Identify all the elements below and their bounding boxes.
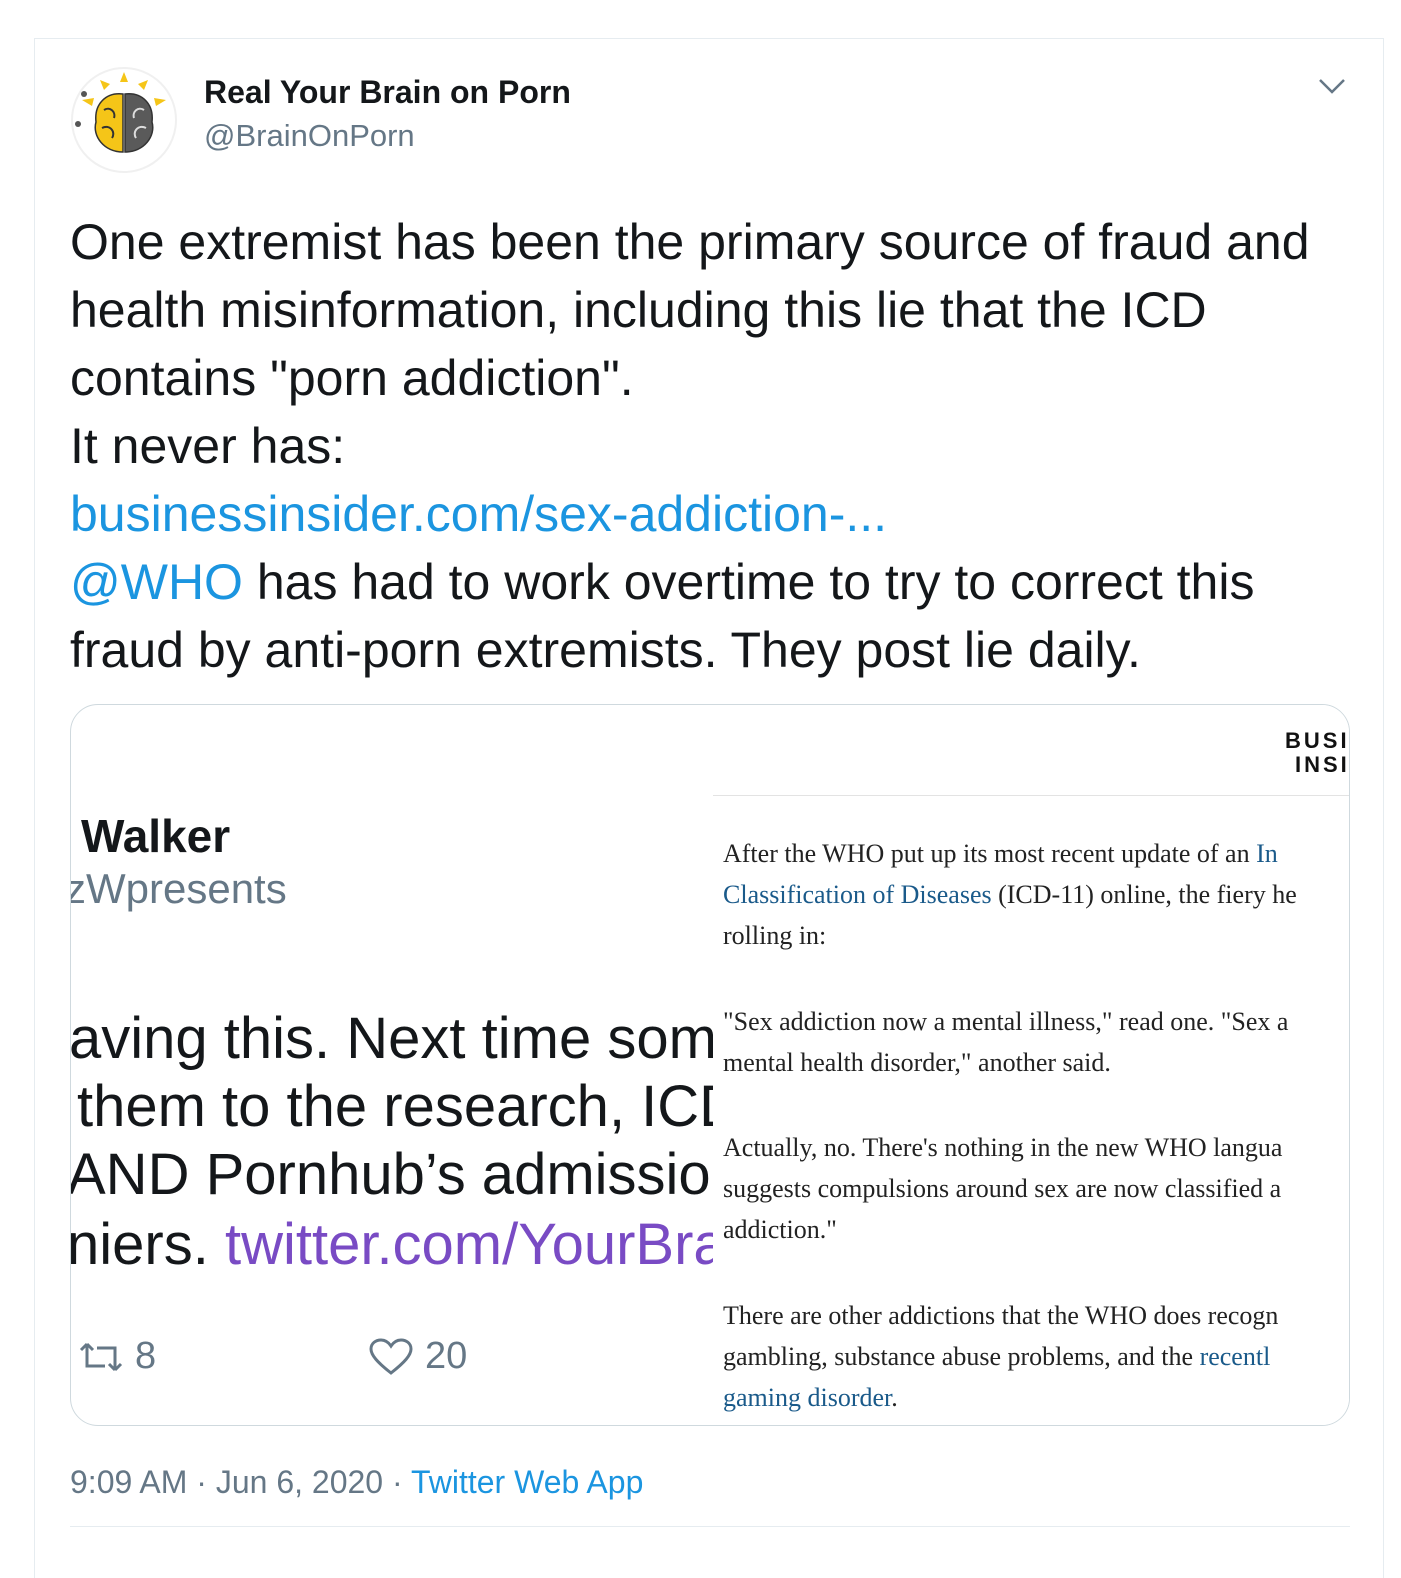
divider xyxy=(70,1526,1350,1527)
article-paragraph: After the WHO put up its most recent upd… xyxy=(723,833,1349,956)
article-paragraph: Actually, no. There's nothing in the new… xyxy=(723,1127,1349,1250)
chevron-down-icon[interactable] xyxy=(1318,76,1346,96)
article-link: gaming disorder xyxy=(723,1383,892,1412)
article-link: Classification of Diseases xyxy=(723,880,992,909)
tweet-date[interactable]: Jun 6, 2020 xyxy=(216,1464,383,1500)
avatar[interactable] xyxy=(70,66,178,174)
embedded-text-line: niers. twitter.com/YourBra xyxy=(71,1211,713,1278)
tweet-line: One extremist has been the primary sourc… xyxy=(70,214,1310,270)
tweet-url-link[interactable]: businessinsider.com/sex-addiction-... xyxy=(70,486,887,542)
article-text: suggests compulsions around sex are now … xyxy=(723,1174,1282,1203)
brain-logo-icon xyxy=(71,67,177,173)
retweet-icon xyxy=(79,1342,123,1371)
separator: · xyxy=(383,1464,411,1500)
article-text: Actually, no. There's nothing in the new… xyxy=(723,1133,1283,1162)
who-mention-link[interactable]: @WHO xyxy=(70,554,243,610)
tweet-time[interactable]: 9:09 AM xyxy=(70,1464,187,1500)
article-text: After the WHO put up its most recent upd… xyxy=(723,839,1257,868)
tweet-line: contains "porn addiction". xyxy=(70,350,634,406)
business-insider-logo: BUSI INSI xyxy=(1285,728,1350,777)
article-link: In xyxy=(1256,839,1278,868)
tweet-text: One extremist has been the primary sourc… xyxy=(70,208,1370,684)
heart-icon xyxy=(369,1337,413,1375)
embedded-like: 20 xyxy=(369,1335,467,1378)
article-text: (ICD-11) online, the fiery he xyxy=(991,880,1297,909)
retweet-count: 8 xyxy=(135,1335,157,1377)
like-count: 20 xyxy=(425,1335,468,1377)
tweet-source-link[interactable]: Twitter Web App xyxy=(411,1464,643,1500)
article-text: There are other addictions that the WHO … xyxy=(723,1301,1279,1330)
embedded-text-line: them to the research, ICD xyxy=(77,1074,713,1139)
embedded-text-line: aving this. Next time som xyxy=(71,1006,713,1071)
embedded-text-line: AND Pornhub’s admission xyxy=(71,1142,713,1207)
separator: · xyxy=(187,1464,216,1500)
embedded-author-name: Walker xyxy=(81,810,231,862)
article-text: . xyxy=(891,1383,898,1412)
embedded-retweet: 8 xyxy=(79,1335,156,1378)
tweet-line: health misinformation, including this li… xyxy=(70,282,1207,338)
article-text: gambling, substance abuse problems, and … xyxy=(723,1342,1200,1371)
tweet-line: fraud by anti-porn extremists. They post… xyxy=(70,622,1141,678)
article-screenshot: BUSI INSI After the WHO put up its most … xyxy=(713,705,1350,1425)
embedded-tweet-screenshot: Walker zWpresents aving this. Next time … xyxy=(71,705,713,1425)
author-handle[interactable]: @BrainOnPorn xyxy=(204,118,415,154)
article-text: addiction." xyxy=(723,1215,837,1244)
embedded-author-handle: zWpresents xyxy=(71,865,287,912)
author-display-name[interactable]: Real Your Brain on Porn xyxy=(204,74,571,111)
article-paragraph: "Sex addiction now a mental illness," re… xyxy=(723,1001,1349,1083)
tweet-line: It never has: xyxy=(70,418,346,474)
divider xyxy=(713,795,1349,796)
logo-line: BUSI xyxy=(1285,728,1350,753)
article-text: rolling in: xyxy=(723,921,827,950)
tweet-timestamp: 9:09 AM · Jun 6, 2020 · Twitter Web App xyxy=(70,1464,643,1501)
media-image[interactable]: Walker zWpresents aving this. Next time … xyxy=(70,704,1350,1426)
article-link: recentl xyxy=(1199,1342,1271,1371)
article-text: mental health disorder," another said. xyxy=(723,1048,1111,1077)
article-text: "Sex addiction now a mental illness," re… xyxy=(723,1007,1289,1036)
article-paragraph: There are other addictions that the WHO … xyxy=(723,1295,1349,1418)
embedded-text-prefix: niers. xyxy=(71,1212,225,1277)
logo-line: INSI xyxy=(1295,752,1350,777)
embedded-link: twitter.com/YourBra xyxy=(224,1212,713,1277)
tweet-line: has had to work overtime to try to corre… xyxy=(242,554,1255,610)
